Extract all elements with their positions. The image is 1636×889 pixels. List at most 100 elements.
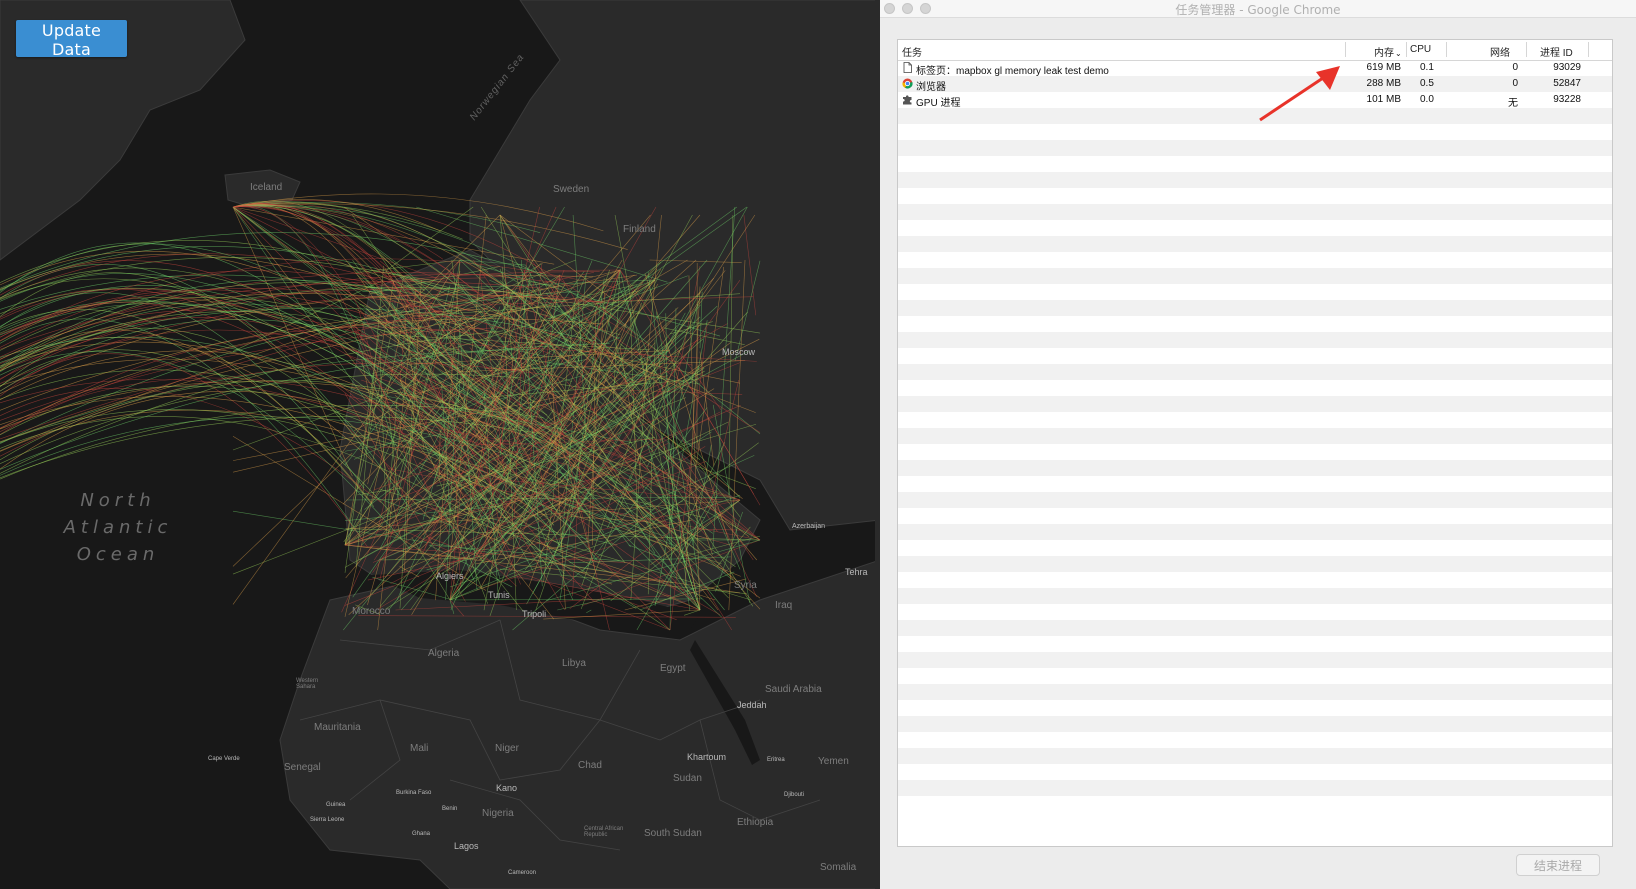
map-label-algeria: Algeria	[428, 648, 460, 659]
empty-row	[898, 300, 1612, 316]
map-label-niger: Niger	[495, 743, 519, 754]
empty-row	[898, 284, 1612, 300]
map-label-south-sudan: South Sudan	[644, 828, 702, 839]
empty-row	[898, 524, 1612, 540]
map-label-senegal: Senegal	[284, 762, 321, 773]
update-data-button[interactable]: Update Data	[16, 20, 127, 59]
empty-row	[898, 764, 1612, 780]
empty-row	[898, 156, 1612, 172]
map-label-ocean-1: North	[80, 490, 156, 511]
map-label-djibouti: Djibouti	[784, 792, 805, 798]
empty-row	[898, 268, 1612, 284]
document-icon	[902, 62, 913, 73]
end-process-button[interactable]: 结束进程	[1516, 854, 1600, 876]
empty-row	[898, 732, 1612, 748]
map-label-ethiopia: Ethiopia	[737, 817, 774, 828]
map-label-yemen: Yemen	[818, 756, 849, 767]
map-label-kano: Kano	[496, 783, 518, 793]
map-label-sudan: Sudan	[673, 773, 702, 784]
map-label-ocean-2: Atlantic	[63, 517, 173, 538]
empty-row	[898, 556, 1612, 572]
empty-row	[898, 748, 1612, 764]
empty-row	[898, 492, 1612, 508]
empty-row	[898, 332, 1612, 348]
empty-row	[898, 348, 1612, 364]
empty-row	[898, 172, 1612, 188]
column-divider[interactable]	[1345, 42, 1346, 57]
empty-row	[898, 588, 1612, 604]
empty-row	[898, 236, 1612, 252]
map-label-ghana: Ghana	[412, 831, 431, 837]
map-label-moscow: Moscow	[722, 347, 756, 357]
map-label-cape-verde: Cape Verde	[208, 756, 240, 762]
empty-row	[898, 652, 1612, 668]
map-label-finland: Finland	[623, 224, 656, 235]
network-value: 无	[1508, 98, 1518, 109]
map-label-burkina-faso: Burkina Faso	[396, 790, 432, 796]
map-label-guinea: Guinea	[326, 802, 346, 808]
title-bar[interactable]: 任务管理器 - Google Chrome	[880, 0, 1636, 18]
empty-row	[898, 716, 1612, 732]
pid-value: 93029	[1553, 62, 1581, 73]
map-label-somalia: Somalia	[820, 862, 857, 873]
column-divider[interactable]	[1406, 42, 1407, 57]
empty-row	[898, 780, 1612, 796]
flow-arc	[0, 309, 375, 507]
empty-row	[898, 396, 1612, 412]
map-label-mali: Mali	[410, 743, 429, 754]
map-label-benin: Benin	[442, 806, 458, 812]
column-header-network[interactable]: 网络	[1490, 44, 1510, 59]
map-label-saudi-arabia: Saudi Arabia	[765, 684, 822, 695]
chevron-down-icon: ⌄	[1395, 49, 1402, 58]
column-header-cpu[interactable]: CPU	[1410, 44, 1431, 55]
map-label-jeddah: Jeddah	[737, 700, 767, 710]
empty-row	[898, 668, 1612, 684]
column-header-pid[interactable]: 进程 ID	[1540, 44, 1573, 59]
map-label-western-sahara: Western Sahara	[296, 678, 319, 690]
empty-row	[898, 508, 1612, 524]
map-label-sierra-leone: Sierra Leone	[310, 817, 345, 823]
network-value: 0	[1512, 62, 1518, 73]
cpu-value: 0.0	[1420, 94, 1434, 105]
empty-row	[898, 188, 1612, 204]
empty-row	[898, 572, 1612, 588]
task-name: GPU 进程	[916, 98, 961, 109]
map-label-eritrea: Eritrea	[767, 757, 785, 763]
empty-row	[898, 620, 1612, 636]
map-view[interactable]: Update Data Iceland Norwegian Sea Sweden…	[0, 0, 880, 889]
empty-row	[898, 700, 1612, 716]
empty-row	[898, 476, 1612, 492]
map-label-iceland: Iceland	[250, 182, 283, 193]
puzzle-icon	[902, 94, 913, 105]
empty-row	[898, 540, 1612, 556]
empty-row	[898, 636, 1612, 652]
map-canvas	[0, 0, 880, 889]
empty-row	[898, 364, 1612, 380]
task-manager-window: 任务管理器 - Google Chrome 任务 内存⌄ CPU 网络 进程 I…	[880, 0, 1636, 889]
task-table[interactable]: 任务 内存⌄ CPU 网络 进程 ID 标签页：mapbox gl memory…	[897, 39, 1613, 847]
flow-arc	[0, 303, 385, 373]
map-label-syria: Syria	[734, 580, 757, 591]
chrome-icon	[902, 78, 913, 89]
task-name: 标签页：mapbox gl memory leak test demo	[916, 66, 1109, 77]
cpu-value: 0.5	[1420, 78, 1434, 89]
empty-row	[898, 252, 1612, 268]
map-label-tehran: Tehra	[845, 567, 868, 577]
empty-row	[898, 380, 1612, 396]
pid-value: 93228	[1553, 94, 1581, 105]
column-header-memory[interactable]: 内存⌄	[1374, 44, 1402, 59]
map-label-lagos: Lagos	[454, 841, 479, 851]
column-divider[interactable]	[1446, 42, 1447, 57]
empty-row	[898, 684, 1612, 700]
map-label-egypt: Egypt	[660, 663, 686, 674]
empty-row	[898, 428, 1612, 444]
column-divider[interactable]	[1526, 42, 1527, 57]
column-header-task[interactable]: 任务	[902, 44, 922, 59]
task-name: 浏览器	[916, 82, 946, 93]
window-title: 任务管理器 - Google Chrome	[1175, 3, 1341, 17]
map-label-tripoli: Tripoli	[522, 609, 547, 619]
map-label-algiers: Algiers	[436, 571, 464, 581]
column-divider[interactable]	[1588, 42, 1589, 57]
map-label-nigeria: Nigeria	[482, 808, 514, 819]
column-header-memory-label: 内存	[1374, 48, 1394, 59]
